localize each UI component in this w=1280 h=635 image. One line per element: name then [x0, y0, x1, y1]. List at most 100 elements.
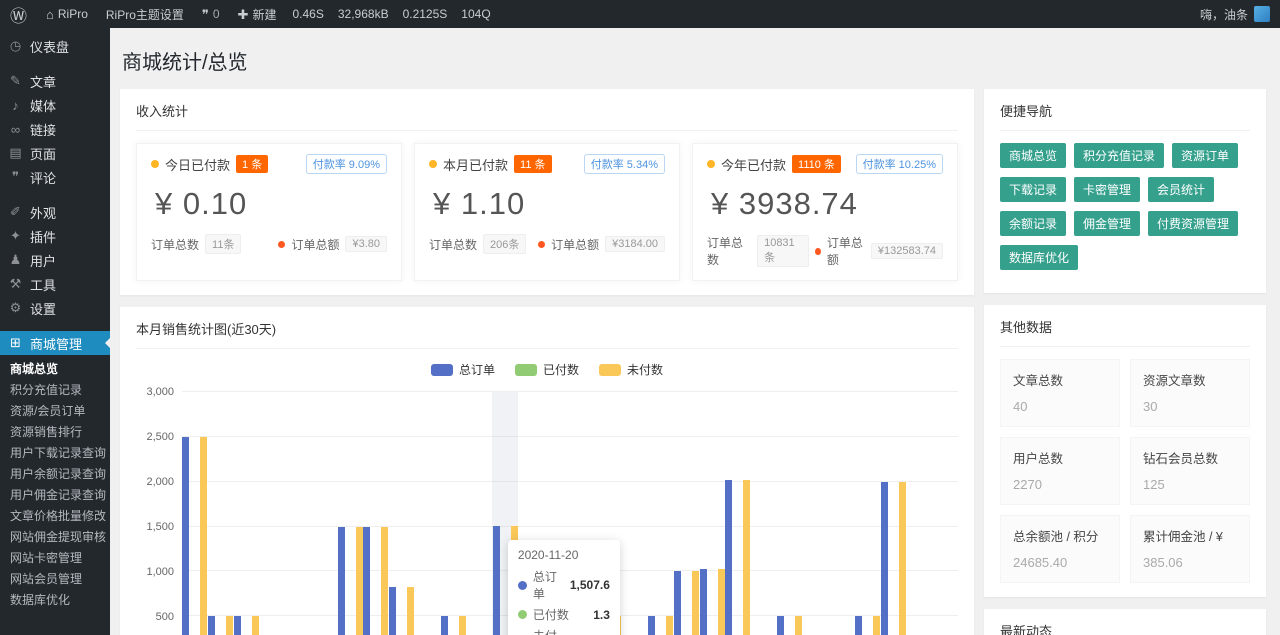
sidebar-item[interactable]: ▤ 页面 — [0, 141, 110, 165]
bar-group[interactable] — [363, 392, 389, 635]
quick-nav-button[interactable]: 卡密管理 — [1074, 177, 1140, 202]
quick-nav-button[interactable]: 会员统计 — [1148, 177, 1214, 202]
bar[interactable] — [338, 527, 345, 635]
bar-group[interactable] — [311, 392, 337, 635]
quick-nav-button[interactable]: 余额记录 — [1000, 211, 1066, 236]
bar-group[interactable] — [389, 392, 415, 635]
bar[interactable] — [200, 437, 207, 635]
bar-group[interactable] — [751, 392, 777, 635]
dashboard-icon: ◷ — [8, 38, 23, 54]
bar[interactable] — [666, 616, 673, 635]
submenu-item[interactable]: 用户余额记录查询 — [0, 464, 110, 485]
plus-icon: ✚ — [238, 8, 249, 21]
user-greeting[interactable]: 嗨，油条 — [1200, 6, 1248, 23]
bar[interactable] — [459, 616, 466, 635]
submenu-item[interactable]: 用户佣金记录查询 — [0, 485, 110, 506]
bar-group[interactable] — [777, 392, 803, 635]
site-link[interactable]: ⌂ RiPro — [37, 0, 97, 28]
sidebar-item[interactable]: ◷ 仪表盘 — [0, 34, 110, 58]
bar[interactable] — [493, 526, 500, 635]
bar[interactable] — [674, 571, 681, 635]
legend-item[interactable]: 未付数 — [599, 361, 663, 378]
bar[interactable] — [777, 616, 784, 635]
bar[interactable] — [407, 587, 414, 635]
bar-group[interactable] — [466, 392, 492, 635]
bar-group[interactable] — [699, 392, 725, 635]
bar-group[interactable] — [880, 392, 906, 635]
bar[interactable] — [363, 527, 370, 635]
sidebar-item[interactable]: ∞ 链接 — [0, 117, 110, 141]
bar[interactable] — [356, 527, 363, 635]
bar[interactable] — [795, 616, 802, 635]
bar[interactable] — [441, 616, 448, 635]
theme-settings-link[interactable]: RiPro主题设置 — [97, 0, 193, 28]
bar-group[interactable] — [647, 392, 673, 635]
sidebar-item[interactable]: ✎ 文章 — [0, 69, 110, 93]
submenu-item[interactable]: 网站卡密管理 — [0, 548, 110, 569]
sidebar-item[interactable]: ⚒ 工具 — [0, 272, 110, 296]
submenu-item[interactable]: 网站佣金提现审核 — [0, 527, 110, 548]
quick-nav-button[interactable]: 佣金管理 — [1074, 211, 1140, 236]
bar[interactable] — [182, 437, 189, 635]
bar[interactable] — [700, 569, 707, 635]
bar[interactable] — [648, 616, 655, 635]
bar-group[interactable] — [337, 392, 363, 635]
bar-group[interactable] — [182, 392, 208, 635]
bar-group[interactable] — [803, 392, 829, 635]
legend-item[interactable]: 已付数 — [515, 361, 579, 378]
submenu-item[interactable]: 用户下载记录查询 — [0, 443, 110, 464]
bar-group[interactable] — [415, 392, 441, 635]
bar[interactable] — [725, 480, 732, 635]
submenu-item[interactable]: 文章价格批量修改 — [0, 506, 110, 527]
bar[interactable] — [389, 587, 396, 635]
bar-group[interactable] — [441, 392, 467, 635]
submenu-item[interactable]: 资源/会员订单 — [0, 401, 110, 422]
bar-group[interactable] — [208, 392, 234, 635]
sidebar-item[interactable]: ♪ 媒体 — [0, 93, 110, 117]
bar[interactable] — [252, 616, 259, 635]
sidebar-item[interactable]: ⚙ 设置 — [0, 296, 110, 320]
bar-group[interactable] — [285, 392, 311, 635]
bar-group[interactable] — [260, 392, 286, 635]
comments-shortcut[interactable]: ❞ 0 — [193, 0, 229, 28]
bar-group[interactable] — [854, 392, 880, 635]
avatar[interactable] — [1254, 6, 1270, 22]
new-content-button[interactable]: ✚ 新建 — [229, 0, 286, 28]
sidebar-item[interactable]: ✦ 插件 — [0, 224, 110, 248]
quick-nav-button[interactable]: 下载记录 — [1000, 177, 1066, 202]
submenu-item[interactable]: 数据库优化 — [0, 590, 110, 611]
bar-group[interactable] — [828, 392, 854, 635]
quick-nav-button[interactable]: 数据库优化 — [1000, 245, 1078, 270]
bar[interactable] — [234, 616, 241, 635]
sidebar-item[interactable]: ✐ 外观 — [0, 200, 110, 224]
wordpress-logo-icon[interactable]: Ⓦ — [0, 0, 37, 28]
sidebar-item[interactable]: ❞ 评论 — [0, 165, 110, 189]
bar-group[interactable] — [622, 392, 648, 635]
quick-nav-button[interactable]: 资源订单 — [1172, 143, 1238, 168]
bar[interactable] — [881, 482, 888, 635]
bar[interactable] — [692, 571, 699, 635]
bar[interactable] — [743, 480, 750, 635]
bar-group[interactable] — [234, 392, 260, 635]
bar[interactable] — [855, 616, 862, 635]
bar[interactable] — [899, 482, 906, 635]
submenu-item[interactable]: 商城总览 — [0, 359, 110, 380]
submenu-item[interactable]: 积分充值记录 — [0, 380, 110, 401]
quick-nav-button[interactable]: 付费资源管理 — [1148, 211, 1238, 236]
bar[interactable] — [226, 616, 233, 635]
submenu-item[interactable]: 网站会员管理 — [0, 569, 110, 590]
bar[interactable] — [718, 569, 725, 635]
sidebar-item[interactable]: ⊞ 商城管理 — [0, 331, 110, 355]
bar-group[interactable] — [932, 392, 958, 635]
submenu-item[interactable]: 资源销售排行 — [0, 422, 110, 443]
quick-nav-button[interactable]: 商城总览 — [1000, 143, 1066, 168]
sidebar-item[interactable]: ♟ 用户 — [0, 248, 110, 272]
bar-group[interactable] — [673, 392, 699, 635]
legend-item[interactable]: 总订单 — [431, 361, 495, 378]
quick-nav-button[interactable]: 积分充值记录 — [1074, 143, 1164, 168]
bar[interactable] — [873, 616, 880, 635]
bar[interactable] — [381, 527, 388, 635]
bar[interactable] — [208, 616, 215, 635]
bar-group[interactable] — [725, 392, 751, 635]
bar-group[interactable] — [906, 392, 932, 635]
